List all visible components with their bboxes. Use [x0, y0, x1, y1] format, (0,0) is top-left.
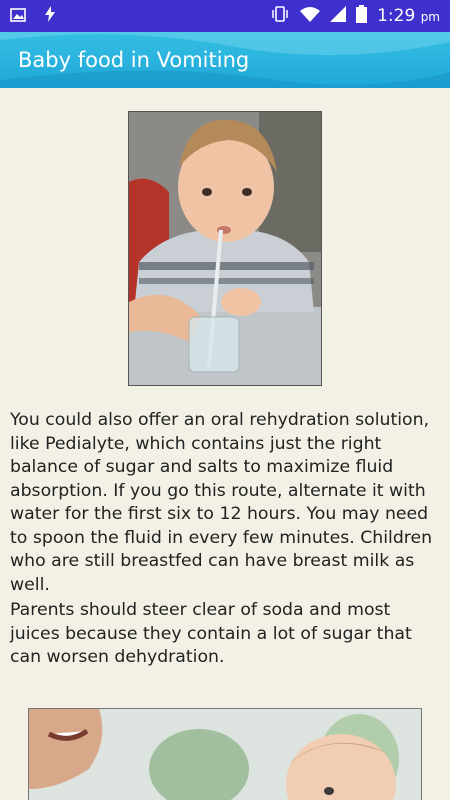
app-title: Baby food in Vomiting — [18, 48, 250, 72]
article-paragraph: You could also offer an oral rehydration… — [10, 410, 433, 595]
article-content[interactable]: You could also offer an oral rehydration… — [0, 88, 450, 800]
wifi-icon — [300, 6, 321, 26]
app-bar: Baby food in Vomiting — [0, 32, 450, 88]
baby-drinking-image — [128, 111, 322, 386]
status-time: 1:29 pm — [377, 6, 440, 26]
article-paragraph: Parents should steer clear of soda and m… — [10, 600, 412, 667]
vibrate-icon — [270, 6, 290, 26]
status-bar: 1:29 pm — [0, 0, 450, 32]
signal-icon — [330, 6, 347, 26]
battery-icon — [356, 5, 368, 27]
parent-feeding-baby-image — [28, 708, 422, 800]
article-text: You could also offer an oral rehydration… — [10, 409, 440, 672]
flash-icon — [44, 6, 56, 26]
image-icon — [10, 7, 26, 26]
